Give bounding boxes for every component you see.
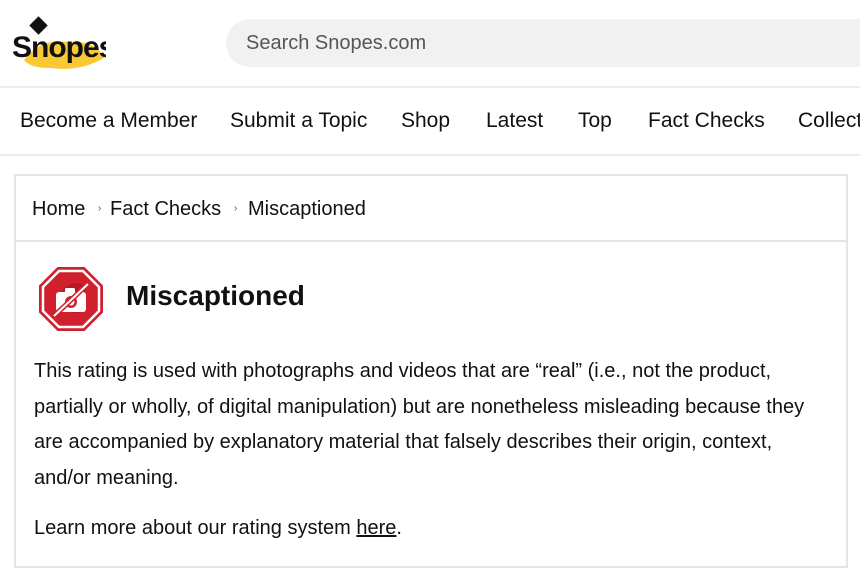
site-header: Snopes <box>0 0 860 86</box>
breadcrumb-separator: › <box>234 203 238 214</box>
nav-fact-checks[interactable]: Fact Checks <box>648 109 765 133</box>
no-camera-stop-icon <box>39 267 103 331</box>
breadcrumb-home[interactable]: Home <box>32 198 85 221</box>
svg-text:Snopes: Snopes <box>12 31 106 64</box>
main-nav: Become a Member Submit a Topic Shop Late… <box>0 86 860 156</box>
learn-more-prefix: Learn more about our rating system <box>34 517 357 539</box>
nav-shop[interactable]: Shop <box>401 109 450 133</box>
nav-collections[interactable]: Collect <box>798 109 860 133</box>
nav-top[interactable]: Top <box>578 109 612 133</box>
rating-description: This rating is used with photographs and… <box>34 360 805 489</box>
breadcrumb-fact-checks[interactable]: Fact Checks <box>110 198 221 221</box>
search-input[interactable] <box>226 19 860 67</box>
snopes-logo[interactable]: Snopes <box>10 16 106 70</box>
rating-title: Miscaptioned <box>126 280 305 311</box>
breadcrumb: Home › Fact Checks › Miscaptioned <box>16 176 846 242</box>
nav-become-member[interactable]: Become a Member <box>20 109 197 133</box>
rating-card: Home › Fact Checks › Miscaptioned Miscap… <box>14 174 848 568</box>
learn-more-suffix: . <box>396 517 402 539</box>
nav-submit-topic[interactable]: Submit a Topic <box>230 109 367 133</box>
breadcrumb-current: Miscaptioned <box>248 198 366 220</box>
learn-more-link[interactable]: here <box>356 517 396 539</box>
learn-more-text: Learn more about our rating system here. <box>34 517 402 540</box>
nav-latest[interactable]: Latest <box>486 109 543 133</box>
breadcrumb-separator: › <box>98 203 102 214</box>
